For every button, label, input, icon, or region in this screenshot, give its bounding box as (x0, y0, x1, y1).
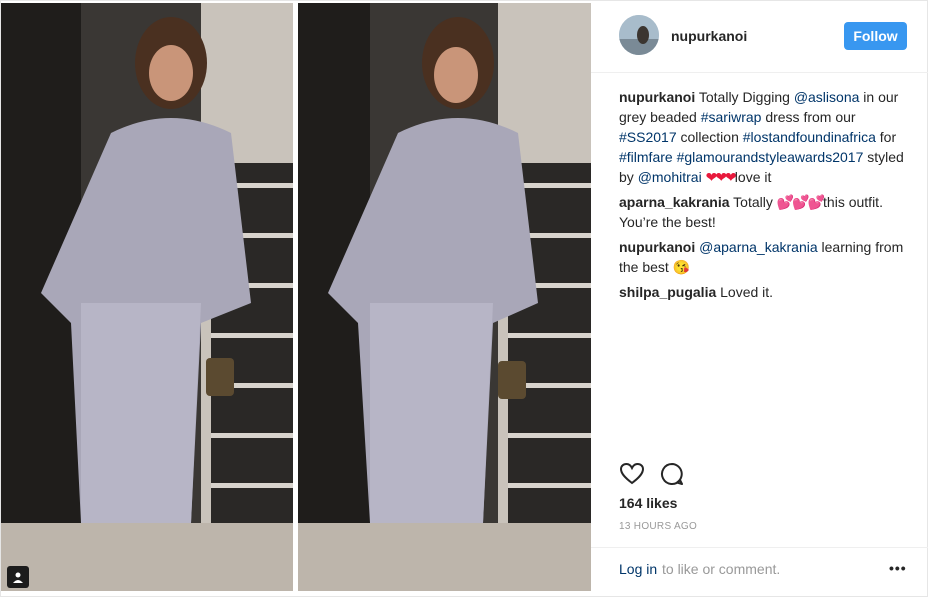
comment-username[interactable]: aparna_kakrania (619, 194, 730, 210)
mention-link[interactable]: @aslisona (794, 89, 860, 105)
likes-count[interactable]: 164 likes (619, 495, 677, 511)
comment-text: for (875, 129, 897, 145)
hashtag-link[interactable]: #SS2017 (619, 129, 677, 145)
login-prompt-text: to like or comment. (662, 561, 781, 577)
mention-link[interactable]: @mohitrai (638, 169, 702, 185)
mention-link[interactable]: @aparna_kakrania (699, 239, 818, 255)
photo-right (298, 3, 591, 591)
hashtag-link[interactable]: #glamourandstyleawards2017 (677, 149, 864, 165)
comment-username[interactable]: shilpa_pugalia (619, 284, 716, 300)
emoji: ❤❤❤ (705, 169, 737, 185)
comment-text: love it (734, 169, 772, 185)
comment-username[interactable]: nupurkanoi (619, 89, 695, 105)
login-bar: Log in to like or comment. ••• (591, 547, 928, 591)
login-link[interactable]: Log in (619, 561, 657, 577)
comment-text: collection (676, 129, 743, 145)
post-media[interactable] (1, 1, 591, 591)
more-options-icon[interactable]: ••• (889, 560, 907, 576)
post-header: nupurkanoi Follow (591, 1, 928, 73)
comments-list: nupurkanoi Totally Digging @aslisona in … (619, 87, 915, 307)
heart-outline-icon[interactable] (619, 461, 645, 487)
header-username[interactable]: nupurkanoi (671, 28, 747, 44)
comment-item: shilpa_pugalia Loved it. (619, 282, 915, 302)
comment-item: aparna_kakrania Totally 💕💕💕this outfit. … (619, 192, 915, 232)
post-timestamp[interactable]: 13 HOURS AGO (619, 521, 697, 532)
follow-button[interactable]: Follow (844, 22, 907, 50)
hashtag-link[interactable]: #filmfare (619, 149, 673, 165)
photo-left (1, 3, 293, 591)
comment-item: nupurkanoi Totally Digging @aslisona in … (619, 87, 915, 187)
comment-text: dress from our (761, 109, 856, 125)
comment-text: Totally Digging (695, 89, 794, 105)
hashtag-link[interactable]: #lostandfoundinafrica (743, 129, 876, 145)
speech-bubble-icon[interactable] (659, 461, 685, 487)
emoji: 💕💕💕 (776, 194, 825, 210)
emoji: 😘 (672, 259, 690, 275)
comment-text: Loved it. (716, 284, 774, 300)
avatar[interactable] (619, 15, 659, 55)
comment-item: nupurkanoi @aparna_kakrania learning fro… (619, 237, 915, 277)
hashtag-link[interactable]: #sariwrap (701, 109, 762, 125)
comment-text: Totally (729, 194, 777, 210)
action-bar (619, 461, 685, 489)
instagram-post: nupurkanoi Follow nupurkanoi Totally Dig… (0, 0, 928, 597)
tagged-user-icon[interactable] (7, 566, 29, 588)
comment-username[interactable]: nupurkanoi (619, 239, 695, 255)
